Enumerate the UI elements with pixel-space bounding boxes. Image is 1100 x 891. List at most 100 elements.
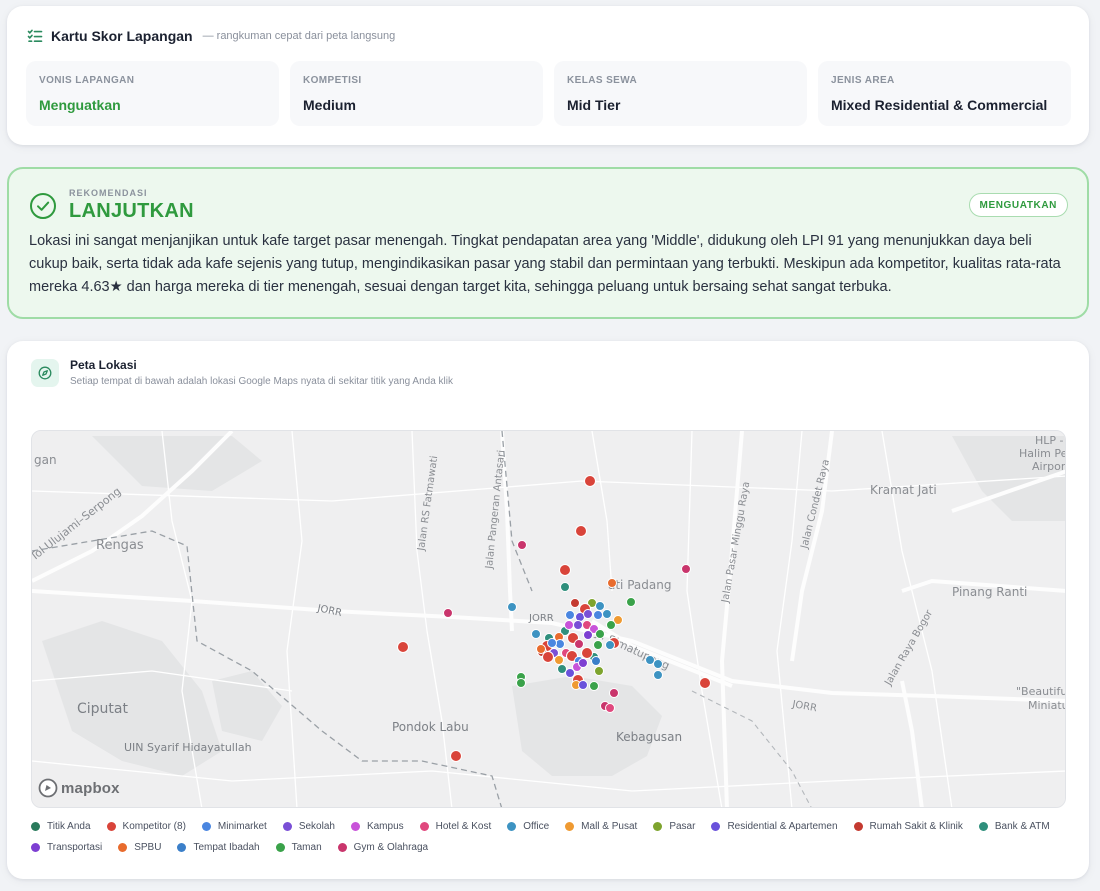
scorecard-subtitle: — rangkuman cepat dari peta langsung (202, 30, 396, 42)
map-marker[interactable] (593, 640, 603, 650)
check-circle-icon (30, 193, 56, 219)
mapbox-logo-text: mapbox (61, 779, 120, 797)
legend-label: Rumah Sakit & Klinik (869, 821, 963, 832)
map-marker[interactable] (594, 666, 604, 676)
recommendation-title: LANJUTKAN (69, 200, 194, 222)
map-marker[interactable] (574, 639, 584, 649)
map-label: Pondok Labu (392, 720, 469, 734)
scorecard-card: Kartu Skor Lapangan — rangkuman cepat da… (7, 6, 1089, 145)
tile-label: JENIS AREA (831, 75, 895, 86)
tile-label: KOMPETISI (303, 75, 362, 86)
map-label: Pinang Ranti (952, 585, 1027, 599)
map-marker[interactable] (560, 582, 570, 592)
map-label: Rengas (96, 538, 144, 553)
map-marker[interactable] (547, 638, 557, 648)
legend-dot (419, 822, 429, 831)
map-svg[interactable]: ganTol Ulujami–SerpongRengas Jalan RS Fat… (32, 431, 1066, 808)
legend-item: Rumah Sakit & Klinik (853, 820, 963, 833)
map-marker[interactable] (653, 659, 663, 669)
map-label: JORR (528, 613, 554, 624)
map-label: HLP - (1035, 434, 1064, 447)
map-marker[interactable] (699, 677, 711, 689)
map-marker[interactable] (581, 647, 593, 659)
legend-label: Minimarket (217, 821, 267, 832)
legend-label: Mall & Pusat (581, 821, 638, 832)
tile-verdict: VONIS LAPANGAN Menguatkan (26, 61, 279, 126)
legend-label: Transportasi (47, 842, 103, 853)
scorecard-tiles: VONIS LAPANGAN Menguatkan KOMPETISI Medi… (26, 61, 1071, 126)
legend-dot (282, 822, 292, 831)
legend-label: Hotel & Kost (435, 821, 492, 832)
legend-dot (201, 822, 211, 831)
tile-value: Medium (303, 97, 356, 113)
legend-dot (118, 843, 128, 852)
map-marker[interactable] (573, 620, 583, 630)
map-marker[interactable] (542, 651, 554, 663)
tile-competition: KOMPETISI Medium (290, 61, 543, 126)
legend-dot (653, 822, 663, 831)
map-marker[interactable] (609, 688, 619, 698)
recommendation-text: Lokasi ini sangat menjanjikan untuk kafe… (29, 233, 1061, 295)
map-marker[interactable] (583, 630, 593, 640)
map-marker[interactable] (443, 608, 453, 618)
map-marker[interactable] (397, 641, 409, 653)
legend-dot (978, 822, 988, 831)
legend-item: Kompetitor (8) (106, 820, 186, 833)
map-marker[interactable] (602, 609, 612, 619)
map-marker[interactable] (554, 655, 564, 665)
map-marker[interactable] (626, 597, 636, 607)
map-marker[interactable] (531, 629, 541, 639)
map-marker[interactable] (653, 670, 663, 680)
map-marker[interactable] (570, 598, 580, 608)
map-marker[interactable] (589, 681, 599, 691)
map-marker[interactable] (591, 656, 601, 666)
map-canvas[interactable]: gan Tol Ulujami–Serpong Rengas Jalan RS Fat… (31, 430, 1066, 808)
map-marker[interactable] (584, 475, 596, 487)
map-marker[interactable] (578, 680, 588, 690)
mapbox-logo: mapbox (38, 778, 120, 798)
map-marker[interactable] (595, 629, 605, 639)
legend-item: SPBU (118, 841, 161, 854)
map-marker[interactable] (605, 640, 615, 650)
scorecard-title: Kartu Skor Lapangan (51, 28, 193, 44)
legend-item: Kampus (350, 820, 404, 833)
legend-item: Tempat Ibadah (177, 841, 260, 854)
map-marker[interactable] (564, 620, 574, 630)
legend-dot (507, 822, 517, 831)
map-marker[interactable] (575, 525, 587, 537)
legend-dot (177, 843, 187, 852)
map-marker[interactable] (607, 578, 617, 588)
map-marker[interactable] (517, 540, 527, 550)
map-marker[interactable] (605, 703, 615, 713)
map-marker[interactable] (583, 609, 593, 619)
map-marker[interactable] (450, 750, 462, 762)
map-title: Peta Lokasi (70, 358, 137, 372)
map-marker[interactable] (536, 644, 546, 654)
legend-label: Tempat Ibadah (193, 842, 260, 853)
map-marker[interactable] (578, 658, 588, 668)
map-marker[interactable] (595, 601, 605, 611)
map-label: Kebagusan (616, 730, 682, 744)
legend-label: Kampus (366, 821, 404, 832)
legend-label: Residential & Apartemen (727, 821, 838, 832)
map-marker[interactable] (565, 668, 575, 678)
map-label: gan (34, 453, 57, 467)
legend-label: Sekolah (298, 821, 335, 832)
tile-label: KELAS SEWA (567, 75, 638, 86)
map-marker[interactable] (559, 564, 571, 576)
legend-item: Sekolah (282, 820, 335, 833)
map-marker[interactable] (565, 610, 575, 620)
compass-icon (38, 366, 52, 380)
map-marker[interactable] (606, 620, 616, 630)
map-marker[interactable] (516, 678, 526, 688)
legend-dot (275, 843, 285, 852)
legend-label: Bank & ATM (994, 821, 1050, 832)
legend-label: Taman (291, 842, 322, 853)
map-marker[interactable] (507, 602, 517, 612)
legend-label: Pasar (669, 821, 696, 832)
map-subtitle: Setiap tempat di bawah adalah lokasi Goo… (70, 376, 453, 387)
map-marker[interactable] (681, 564, 691, 574)
map-marker[interactable] (593, 610, 603, 620)
legend-item: Mall & Pusat (565, 820, 637, 833)
legend-dot (106, 822, 116, 831)
